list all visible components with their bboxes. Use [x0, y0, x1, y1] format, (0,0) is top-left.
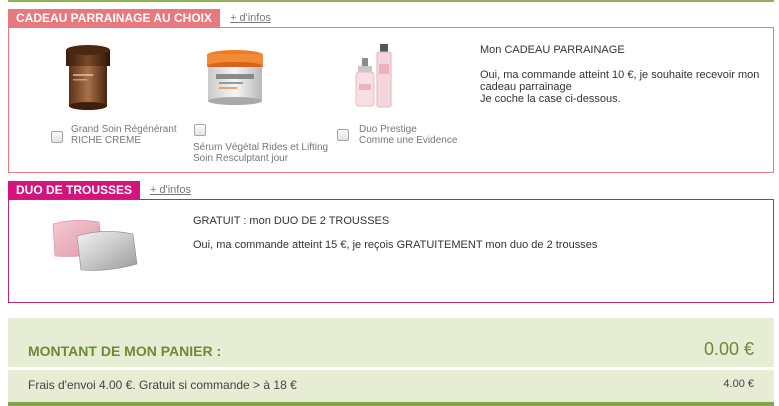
- trousses-title: GRATUIT : mon DUO DE 2 TROUSSES: [193, 215, 390, 227]
- product-riche-creme-checkbox[interactable]: [51, 131, 63, 143]
- parrainage-header: CADEAU PARRAINAGE AU CHOIX + d'infos: [8, 9, 271, 27]
- basket-summary: MONTANT DE MON PANIER : 0.00 € Frais d'e…: [8, 318, 774, 406]
- trousses-description: Oui, ma commande atteint 15 €, je reçois…: [193, 239, 598, 251]
- trousses-info-link[interactable]: + d'infos: [150, 184, 191, 196]
- parrainage-title: Mon CADEAU PARRAINAGE: [480, 44, 625, 56]
- shipping-value: 4.00 €: [723, 378, 754, 390]
- trousses-panel: GRATUIT : mon DUO DE 2 TROUSSES Oui, ma …: [8, 199, 774, 303]
- trousses-tag: DUO DE TROUSSES: [8, 181, 141, 199]
- parrainage-tag: CADEAU PARRAINAGE AU CHOIX: [8, 9, 221, 27]
- trousses-header: DUO DE TROUSSES + d'infos: [8, 181, 191, 199]
- product-riche-creme-label: Grand Soin Régénérant RICHE CREME: [71, 124, 177, 146]
- product-duo-prestige-label: Duo Prestige Comme une Evidence: [359, 124, 458, 146]
- summary-divider: [8, 367, 774, 370]
- parrainage-description: Oui, ma commande atteint 10 €, je souhai…: [480, 69, 760, 105]
- product-duo-prestige-checkbox[interactable]: [337, 129, 349, 141]
- summary-bottom-rule: [8, 402, 774, 406]
- top-divider: [8, 0, 774, 2]
- parrainage-info-link[interactable]: + d'infos: [230, 12, 271, 24]
- pouches-icon: [52, 220, 138, 271]
- serum-jar-icon: [207, 50, 263, 105]
- parrainage-panel: Grand Soin Régénérant RICHE CREME Sérum …: [8, 27, 774, 173]
- cream-jar-icon: [66, 45, 110, 110]
- basket-total-value: 0.00 €: [703, 339, 754, 359]
- basket-total-label: MONTANT DE MON PANIER :: [28, 343, 222, 359]
- perfume-duo-icon: [355, 44, 392, 108]
- product-serum-vegetal-checkbox[interactable]: [194, 124, 206, 136]
- product-serum-vegetal-label: Sérum Végétal Rides et Lifting Soin Resc…: [193, 142, 329, 164]
- shipping-label: Frais d'envoi 4.00 €. Gratuit si command…: [28, 378, 297, 392]
